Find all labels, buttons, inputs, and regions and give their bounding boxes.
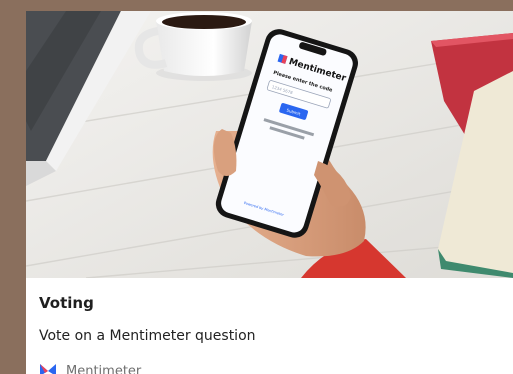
card-hero-image: Mentimeter Please enter the code 1234 56… xyxy=(26,11,513,278)
card-info: Voting Vote on a Mentimeter question Men… xyxy=(26,278,513,374)
mentimeter-logo-icon xyxy=(39,362,57,374)
card-brand: Mentimeter xyxy=(39,362,141,374)
card-title: Voting xyxy=(39,294,94,312)
brand-name: Mentimeter xyxy=(66,363,142,374)
card-description: Vote on a Mentimeter question xyxy=(39,328,256,344)
app-card[interactable]: Mentimeter Please enter the code 1234 56… xyxy=(26,11,513,374)
